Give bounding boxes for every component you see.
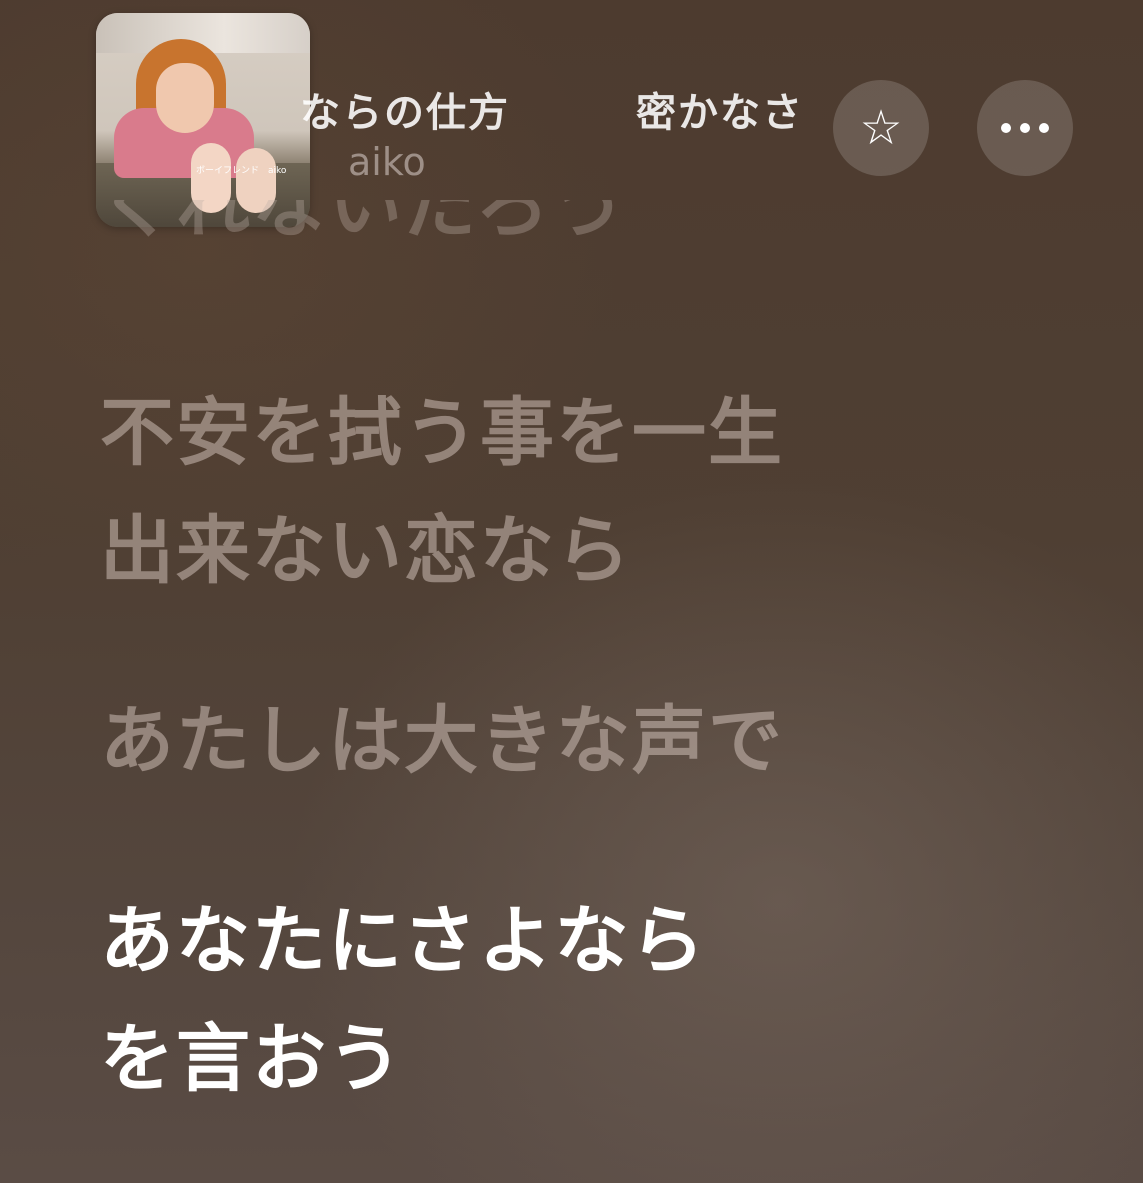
artist-name[interactable]: aiko [348, 140, 426, 184]
song-title: ならの仕方 密かなさ [300, 90, 804, 136]
favorite-button[interactable]: ☆ [833, 80, 929, 176]
ellipsis-icon [1001, 123, 1049, 133]
star-outline-icon: ☆ [859, 100, 903, 156]
lyric-line-current[interactable]: を言おう [100, 986, 404, 1132]
lyric-line[interactable]: あたしは大きな声で [100, 668, 784, 814]
song-title-marquee[interactable]: ならの仕方 密かなさ [300, 80, 820, 140]
album-art-caption: ボーイフレンド aiko [196, 166, 287, 176]
album-art[interactable]: ボーイフレンド aiko [96, 13, 310, 227]
lyric-line-partial[interactable]: くれないだろう [100, 200, 628, 260]
more-options-button[interactable] [977, 80, 1073, 176]
lyric-line[interactable]: 出来ない恋なら [100, 478, 632, 624]
lyric-line-partial-text: くれないだろう [100, 200, 628, 248]
album-art-face [156, 63, 214, 133]
